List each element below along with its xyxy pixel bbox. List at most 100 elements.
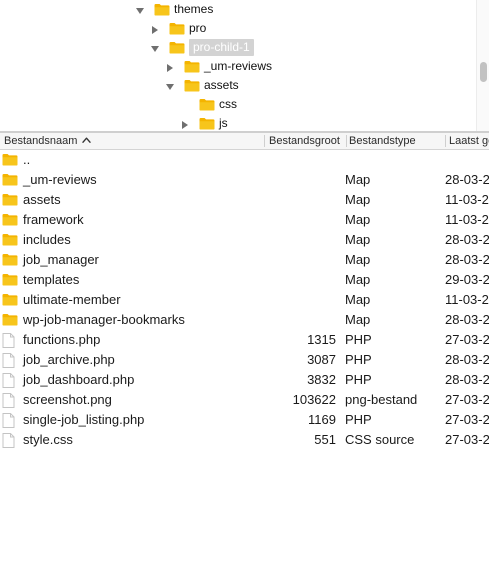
document-icon xyxy=(2,393,15,408)
document-icon xyxy=(2,433,15,448)
chevron-right-icon[interactable] xyxy=(180,120,190,130)
file-size: 1315 xyxy=(307,332,336,347)
tree-item[interactable]: js xyxy=(0,114,476,131)
folder-icon xyxy=(2,314,18,326)
folder-icon-wrap xyxy=(169,22,185,38)
file-modified-date: 28-03-2018 xyxy=(445,252,489,267)
file-row[interactable]: framework Map 11-03-2018 xyxy=(0,210,489,230)
file-modified-date: 27-03-2018 xyxy=(445,432,489,447)
folder-icon-wrap xyxy=(184,60,200,76)
file-row[interactable]: screenshot.png 103622 png-bestand 27-03-201… xyxy=(0,390,489,410)
file-row[interactable]: style.css 551 CSS source 27-03-2018 xyxy=(0,430,489,450)
folder-icon xyxy=(2,254,18,266)
file-type: Map xyxy=(345,272,371,287)
tree-scrollbar[interactable] xyxy=(476,0,489,131)
file-row[interactable]: includes Map 28-03-2018 xyxy=(0,230,489,250)
column-separator[interactable] xyxy=(264,135,265,147)
file-row[interactable]: wp-job-manager-bookmarks Map 28-03-2018 xyxy=(0,310,489,330)
file-row[interactable]: templates Map 29-03-2018 xyxy=(0,270,489,290)
disclosure-toggle[interactable] xyxy=(165,61,175,73)
disclosure-toggle[interactable] xyxy=(135,4,145,14)
file-type: Map xyxy=(345,292,371,307)
file-type: PHP xyxy=(345,372,372,387)
file-list[interactable]: .. _um-reviews Map 28-03-2018 assets Map 11-… xyxy=(0,150,489,566)
folder-icon-wrap xyxy=(199,98,215,114)
file-name: job_manager xyxy=(23,252,99,267)
file-type: Map xyxy=(345,172,371,187)
folder-icon-wrap xyxy=(2,233,18,249)
folder-icon-wrap xyxy=(2,313,18,329)
directory-tree[interactable]: themes pro pro-child-1 _um-reviews asset… xyxy=(0,0,489,131)
file-size: 551 xyxy=(314,432,336,447)
folder-icon xyxy=(169,23,185,35)
tree-scrollbar-thumb[interactable] xyxy=(480,62,487,82)
file-modified-date: 11-03-2018 xyxy=(445,192,489,207)
folder-icon xyxy=(2,274,18,286)
chevron-down-icon[interactable] xyxy=(150,44,160,54)
file-modified-date: 11-03-2018 xyxy=(445,292,489,307)
column-header-type[interactable]: Bestandstype xyxy=(349,133,444,149)
file-name: .. xyxy=(23,152,31,167)
disclosure-toggle[interactable] xyxy=(165,80,175,90)
folder-icon xyxy=(2,234,18,246)
file-type: Map xyxy=(345,312,371,327)
file-name: includes xyxy=(23,232,71,247)
tree-item[interactable]: pro-child-1 xyxy=(0,38,476,57)
file-size: 3087 xyxy=(307,352,336,367)
file-name: assets xyxy=(23,192,61,207)
file-type: Map xyxy=(345,212,371,227)
tree-item[interactable]: themes xyxy=(0,0,476,19)
tree-item-label: pro xyxy=(189,21,207,35)
folder-icon xyxy=(2,194,18,206)
document-icon-wrap xyxy=(2,393,15,411)
file-row[interactable]: single-job_listing.php 1169 PHP 27-03-2018 xyxy=(0,410,489,430)
file-modified-date: 28-03-2018 xyxy=(445,172,489,187)
file-row[interactable]: job_manager Map 28-03-2018 xyxy=(0,250,489,270)
chevron-down-icon[interactable] xyxy=(165,82,175,92)
tree-item[interactable]: _um-reviews xyxy=(0,57,476,76)
file-modified-date: 29-03-2018 xyxy=(445,272,489,287)
column-separator[interactable] xyxy=(346,135,347,147)
file-row[interactable]: assets Map 11-03-2018 xyxy=(0,190,489,210)
folder-icon xyxy=(184,61,200,73)
sort-ascending-icon xyxy=(82,137,92,143)
folder-icon xyxy=(2,294,18,306)
disclosure-toggle[interactable] xyxy=(150,23,160,35)
column-separator[interactable] xyxy=(445,135,446,147)
file-type: CSS source xyxy=(345,432,415,447)
chevron-down-icon[interactable] xyxy=(135,6,145,16)
file-row[interactable]: functions.php 1315 PHP 27-03-2018 xyxy=(0,330,489,350)
tree-item-label: _um-reviews xyxy=(204,59,273,73)
file-modified-date: 27-03-2018 xyxy=(445,412,489,427)
column-header-size[interactable]: Bestandsgroot xyxy=(269,133,347,149)
file-row[interactable]: job_dashboard.php 3832 PHP 28-03-2018 xyxy=(0,370,489,390)
file-type: Map xyxy=(345,232,371,247)
tree-item[interactable]: css xyxy=(0,95,476,114)
tree-item[interactable]: assets xyxy=(0,76,476,95)
file-modified-date: 11-03-2018 xyxy=(445,212,489,227)
chevron-right-icon[interactable] xyxy=(150,25,160,35)
file-row[interactable]: ultimate-member Map 11-03-2018 xyxy=(0,290,489,310)
folder-icon-wrap xyxy=(2,253,18,269)
chevron-right-icon[interactable] xyxy=(165,63,175,73)
file-modified-date: 28-03-2018 xyxy=(445,232,489,247)
file-row[interactable]: .. xyxy=(0,150,489,170)
disclosure-toggle[interactable] xyxy=(180,118,190,130)
file-name: job_archive.php xyxy=(23,352,115,367)
document-icon xyxy=(2,373,15,388)
column-header-date[interactable]: Laatst gewijzigd xyxy=(449,133,489,149)
folder-icon xyxy=(199,99,215,111)
folder-icon xyxy=(154,4,170,16)
file-modified-date: 27-03-2018 xyxy=(445,392,489,407)
file-row[interactable]: job_archive.php 3087 PHP 28-03-2018 xyxy=(0,350,489,370)
tree-item[interactable]: pro xyxy=(0,19,476,38)
folder-icon-wrap xyxy=(199,117,215,131)
file-type: PHP xyxy=(345,352,372,367)
column-header-name[interactable]: Bestandsnaam xyxy=(4,133,262,149)
file-row[interactable]: _um-reviews Map 28-03-2018 xyxy=(0,170,489,190)
column-header-name-label: Bestandsnaam xyxy=(4,135,78,147)
disclosure-toggle[interactable] xyxy=(150,42,160,52)
folder-icon-wrap xyxy=(2,193,18,209)
file-size: 1169 xyxy=(308,412,336,427)
document-icon xyxy=(2,333,15,348)
